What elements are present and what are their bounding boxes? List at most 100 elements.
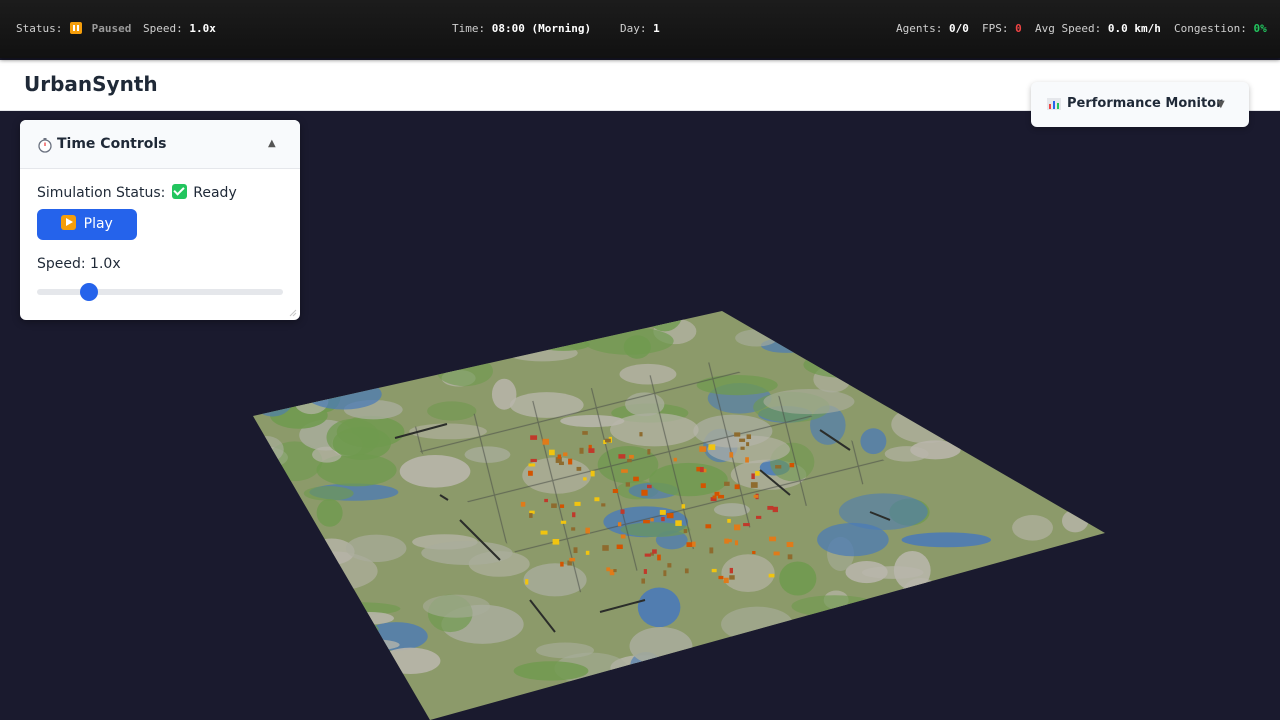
terrain-patch — [436, 355, 493, 387]
terrain-patch — [721, 606, 794, 642]
building-marker — [667, 563, 672, 568]
building-marker — [739, 438, 746, 442]
building-marker — [751, 473, 755, 480]
building-marker — [548, 449, 555, 456]
building-marker — [709, 547, 714, 554]
avg-speed-value: 0.0 km/h — [1107, 22, 1161, 35]
building-marker — [708, 444, 716, 450]
day-indicator: Day: 1 — [620, 22, 660, 35]
fps-value: 0 — [1015, 22, 1022, 35]
simulation-status: Simulation Status: Ready — [37, 184, 237, 201]
building-marker — [574, 501, 581, 506]
fps-indicator: FPS: 0 — [982, 22, 1022, 35]
building-marker — [650, 518, 654, 522]
agents-value: 0/0 — [948, 22, 969, 35]
building-marker — [647, 484, 652, 489]
play-button[interactable]: Play — [37, 209, 137, 240]
avg-speed-label: Avg Speed: — [1035, 22, 1102, 35]
building-marker — [686, 542, 693, 547]
terrain-patch — [987, 581, 1071, 606]
building-marker — [560, 520, 567, 524]
building-marker — [639, 432, 643, 437]
simulation-status-value: Ready — [193, 185, 237, 201]
terrain-patch — [871, 670, 926, 708]
building-marker — [529, 513, 533, 518]
building-marker — [616, 544, 623, 550]
terrain-patch — [253, 616, 291, 649]
terrain-patch — [908, 585, 951, 615]
terrain-patch — [946, 688, 999, 715]
terrain-patch — [346, 611, 394, 625]
building-marker — [750, 482, 758, 488]
building-marker — [734, 432, 741, 437]
terrain-patch — [646, 311, 683, 332]
terrain-patch — [513, 661, 589, 681]
building-marker — [576, 466, 582, 471]
expand-chevron-icon[interactable]: ▼ — [1217, 99, 1225, 110]
terrain-patch — [353, 311, 435, 332]
terrain-patch — [1007, 410, 1034, 427]
terrain-patch — [727, 674, 753, 695]
pause-icon — [69, 22, 82, 34]
resize-handle-icon[interactable] — [289, 309, 297, 317]
terrain-patch — [987, 679, 1038, 718]
performance-monitor-panel[interactable]: Performance Monitor ▼ — [1031, 82, 1249, 127]
avg-speed-indicator: Avg Speed: 0.0 km/h — [1035, 22, 1161, 35]
building-marker — [700, 483, 706, 488]
building-marker — [571, 527, 576, 531]
terrain-patch — [330, 638, 400, 651]
terrain-patch — [1044, 311, 1090, 322]
check-icon — [171, 184, 187, 199]
terrain-patch — [921, 347, 954, 383]
building-marker — [573, 547, 578, 554]
terrain-patch — [967, 311, 994, 342]
building-marker — [711, 568, 717, 573]
building-marker — [740, 446, 745, 450]
building-marker — [647, 449, 651, 455]
building-marker — [724, 538, 729, 544]
terrain-patch — [327, 311, 403, 334]
building-marker — [745, 457, 749, 463]
terrain-patch — [508, 696, 588, 720]
speed-slider-thumb[interactable] — [79, 283, 98, 301]
building-marker — [729, 567, 734, 574]
terrain-patch — [1037, 628, 1105, 647]
terrain-patch — [336, 415, 405, 448]
building-marker — [520, 501, 526, 507]
terrain-patch — [345, 534, 407, 562]
building-marker — [734, 540, 739, 546]
terrain-patch — [302, 327, 340, 349]
status-bar: Status: Paused Speed: 1.0x Time: 08:00 (… — [0, 0, 1280, 58]
terrain-patch — [294, 367, 352, 387]
terrain-patch — [788, 680, 819, 710]
terrain-patch — [803, 351, 886, 378]
terrain-patch — [629, 627, 693, 666]
terrain-patch — [1081, 481, 1105, 518]
stopwatch-icon — [38, 138, 52, 153]
terrain-patch — [537, 338, 590, 351]
terrain-patch — [1071, 376, 1105, 390]
building-marker — [773, 551, 780, 556]
congestion-label: Congestion: — [1174, 22, 1247, 35]
status-value: Paused — [91, 22, 132, 35]
speed-indicator: Speed: 1.0x — [143, 22, 216, 35]
building-marker — [643, 519, 650, 524]
building-marker — [727, 518, 731, 523]
collapse-chevron-icon[interactable]: ▲ — [268, 138, 276, 149]
building-marker — [767, 505, 774, 510]
terrain-patch — [318, 602, 401, 616]
time-controls-header[interactable]: Time Controls ▲ — [20, 120, 300, 169]
terrain-patch — [421, 541, 513, 565]
terrain-patch — [986, 374, 1075, 408]
terrain-patch — [326, 366, 359, 384]
terrain-patch — [380, 647, 441, 675]
speed-slider[interactable] — [37, 283, 283, 301]
building-marker — [601, 503, 606, 507]
building-marker — [663, 570, 667, 577]
building-marker — [752, 551, 756, 555]
play-icon — [61, 215, 77, 230]
congestion-indicator: Congestion: 0% — [1174, 22, 1267, 35]
building-marker — [699, 446, 707, 452]
terrain-patch — [1012, 515, 1053, 541]
building-marker — [620, 509, 625, 514]
